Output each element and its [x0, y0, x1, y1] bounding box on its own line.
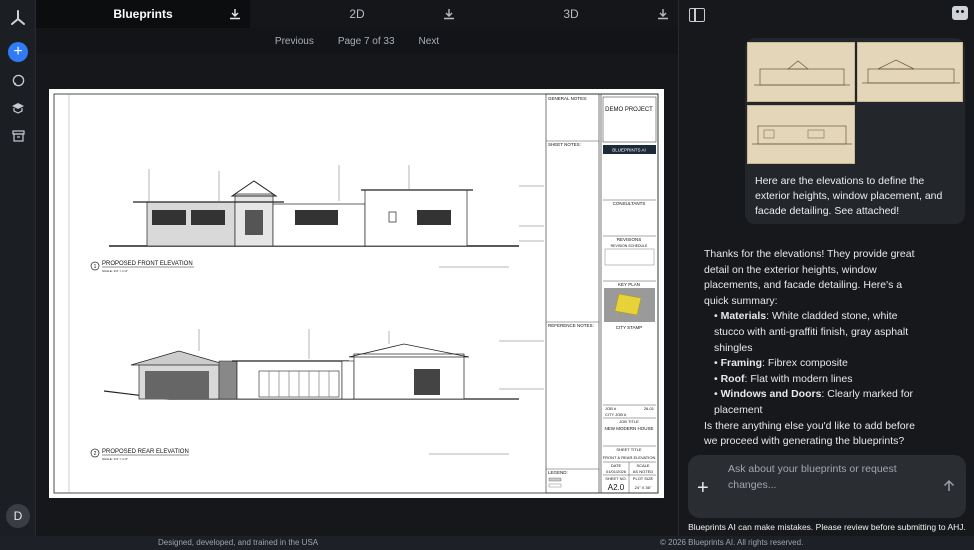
tab-3d[interactable]: 3D [464, 0, 678, 28]
reference-notes-label: REFERENCE NOTES: [548, 323, 594, 328]
city-stamp-label: CITY STAMP [616, 325, 643, 330]
attach-button[interactable]: + [697, 478, 709, 498]
previous-page-button[interactable]: Previous [275, 36, 314, 47]
chat-composer: + Ask about your blueprints or request c… [688, 455, 966, 518]
sheet-notes-label: SHEET NOTES: [548, 142, 581, 147]
summary-list: Materials: White cladded stone, white st… [704, 309, 926, 418]
next-page-button[interactable]: Next [419, 36, 440, 47]
job-number-label: JOB # [605, 406, 617, 411]
avatar[interactable]: D [6, 504, 30, 528]
rear-elevation-number: 2 [94, 451, 97, 457]
brand-block: BLUEPRINTS AI [612, 148, 646, 153]
attachment-thumbnail[interactable] [857, 42, 963, 102]
rear-elevation-drawing [103, 329, 544, 455]
date-label: DATE [611, 463, 622, 468]
city-job-label: CITY JOB # [605, 412, 627, 417]
left-rail: + D [0, 0, 36, 536]
new-chat-button[interactable]: + [8, 42, 28, 62]
user-message-text: Here are the elevations to define the ex… [755, 175, 943, 217]
sheet-title-label: SHEET TITLE [616, 447, 642, 452]
scale-label: SCALE [636, 463, 649, 468]
footer-left: Designed, developed, and trained in the … [158, 538, 319, 547]
job-title: NEW MODERN HOUSE [604, 426, 653, 431]
plot-size: 24" X 36" [635, 485, 652, 490]
front-elevation-drawing [109, 165, 544, 268]
assistant-intro: Thanks for the elevations! They provide … [704, 248, 915, 307]
download-icon[interactable] [442, 7, 456, 21]
revision-schedule-label: REVISION SCHEDULE [611, 244, 648, 248]
tab-label: Blueprints [113, 7, 173, 21]
front-elevation-title: PROPOSED FRONT ELEVATION [102, 261, 193, 267]
list-item: Roof: Flat with modern lines [714, 372, 926, 388]
list-item: Materials: White cladded stone, white st… [714, 309, 926, 356]
job-number: 26-01 [644, 406, 655, 411]
attachment-thumbnail[interactable] [747, 105, 855, 164]
sheet-number: A2.0 [608, 483, 625, 492]
tab-label: 3D [563, 7, 579, 21]
sheet-title: FRONT & REAR ELEVATION [603, 455, 656, 460]
arrow-up-icon [943, 479, 955, 491]
chat-panel: Here are the elevations to define the ex… [678, 0, 974, 536]
download-icon[interactable] [656, 7, 670, 21]
learn-icon[interactable] [8, 98, 28, 118]
blueprint-viewer[interactable]: 1 PROPOSED FRONT ELEVATION SCALE: 1/4" =… [36, 54, 678, 536]
plot-size-label: PLOT SIZE [633, 476, 654, 481]
job-title-label: JOB TITLE [619, 419, 639, 424]
rear-elevation-scale: SCALE: 1/4" = 1'-0" [102, 457, 128, 461]
footer-copyright: © 2026 Blueprints AI. All rights reserve… [660, 538, 804, 547]
front-elevation-scale: SCALE: 1/4" = 1'-0" [102, 269, 128, 273]
chat-icon[interactable] [8, 70, 28, 90]
revisions-label: REVISIONS [617, 237, 642, 242]
sheet-no-label: SHEET NO. [605, 476, 627, 481]
archive-icon[interactable] [8, 126, 28, 146]
blueprint-sheet: 1 PROPOSED FRONT ELEVATION SCALE: 1/4" =… [49, 89, 664, 498]
front-elevation-number: 1 [94, 264, 97, 270]
page-indicator: Page 7 of 33 [337, 35, 395, 47]
toggle-sidebar-icon[interactable] [689, 8, 705, 22]
user-message: Here are the elevations to define the ex… [745, 38, 965, 224]
general-notes-label: GENERAL NOTES: [548, 96, 587, 101]
key-plan-label: KEY PLAN [618, 282, 640, 287]
attachment-thumbnail[interactable] [747, 42, 855, 102]
date-value: 01/01/2026 [606, 469, 627, 474]
rear-elevation-title: PROPOSED REAR ELEVATION [102, 449, 189, 455]
disclaimer: Blueprints AI can make mistakes. Please … [688, 522, 966, 532]
blueprint-drawing: 1 PROPOSED FRONT ELEVATION SCALE: 1/4" =… [53, 93, 659, 494]
legend-label: LEGEND: [548, 470, 568, 475]
view-tabs: Blueprints 2D 3D [36, 0, 678, 28]
assistant-message: Thanks for the elevations! They provide … [704, 247, 926, 450]
pager: Previous Page 7 of 33 Next [36, 28, 678, 54]
project-name: DEMO PROJECT [605, 107, 653, 113]
download-icon[interactable] [228, 7, 242, 21]
chat-input[interactable]: Ask about your blueprints or request cha… [728, 462, 928, 493]
scale-value: AS NOTED [633, 469, 654, 474]
assistant-icon[interactable] [952, 6, 968, 20]
tab-blueprints[interactable]: Blueprints [36, 0, 250, 28]
footer: Designed, developed, and trained in the … [0, 536, 974, 550]
assistant-outro: Is there anything else you'd like to add… [704, 419, 915, 448]
tab-label: 2D [349, 7, 365, 21]
tab-2d[interactable]: 2D [250, 0, 464, 28]
consultants-label: CONSULTANTS [613, 201, 646, 206]
list-item: Framing: Fibrex composite [714, 356, 926, 372]
send-button[interactable] [942, 479, 956, 493]
logo-icon[interactable] [8, 8, 28, 28]
list-item: Windows and Doors: Clearly marked for pl… [714, 387, 926, 418]
